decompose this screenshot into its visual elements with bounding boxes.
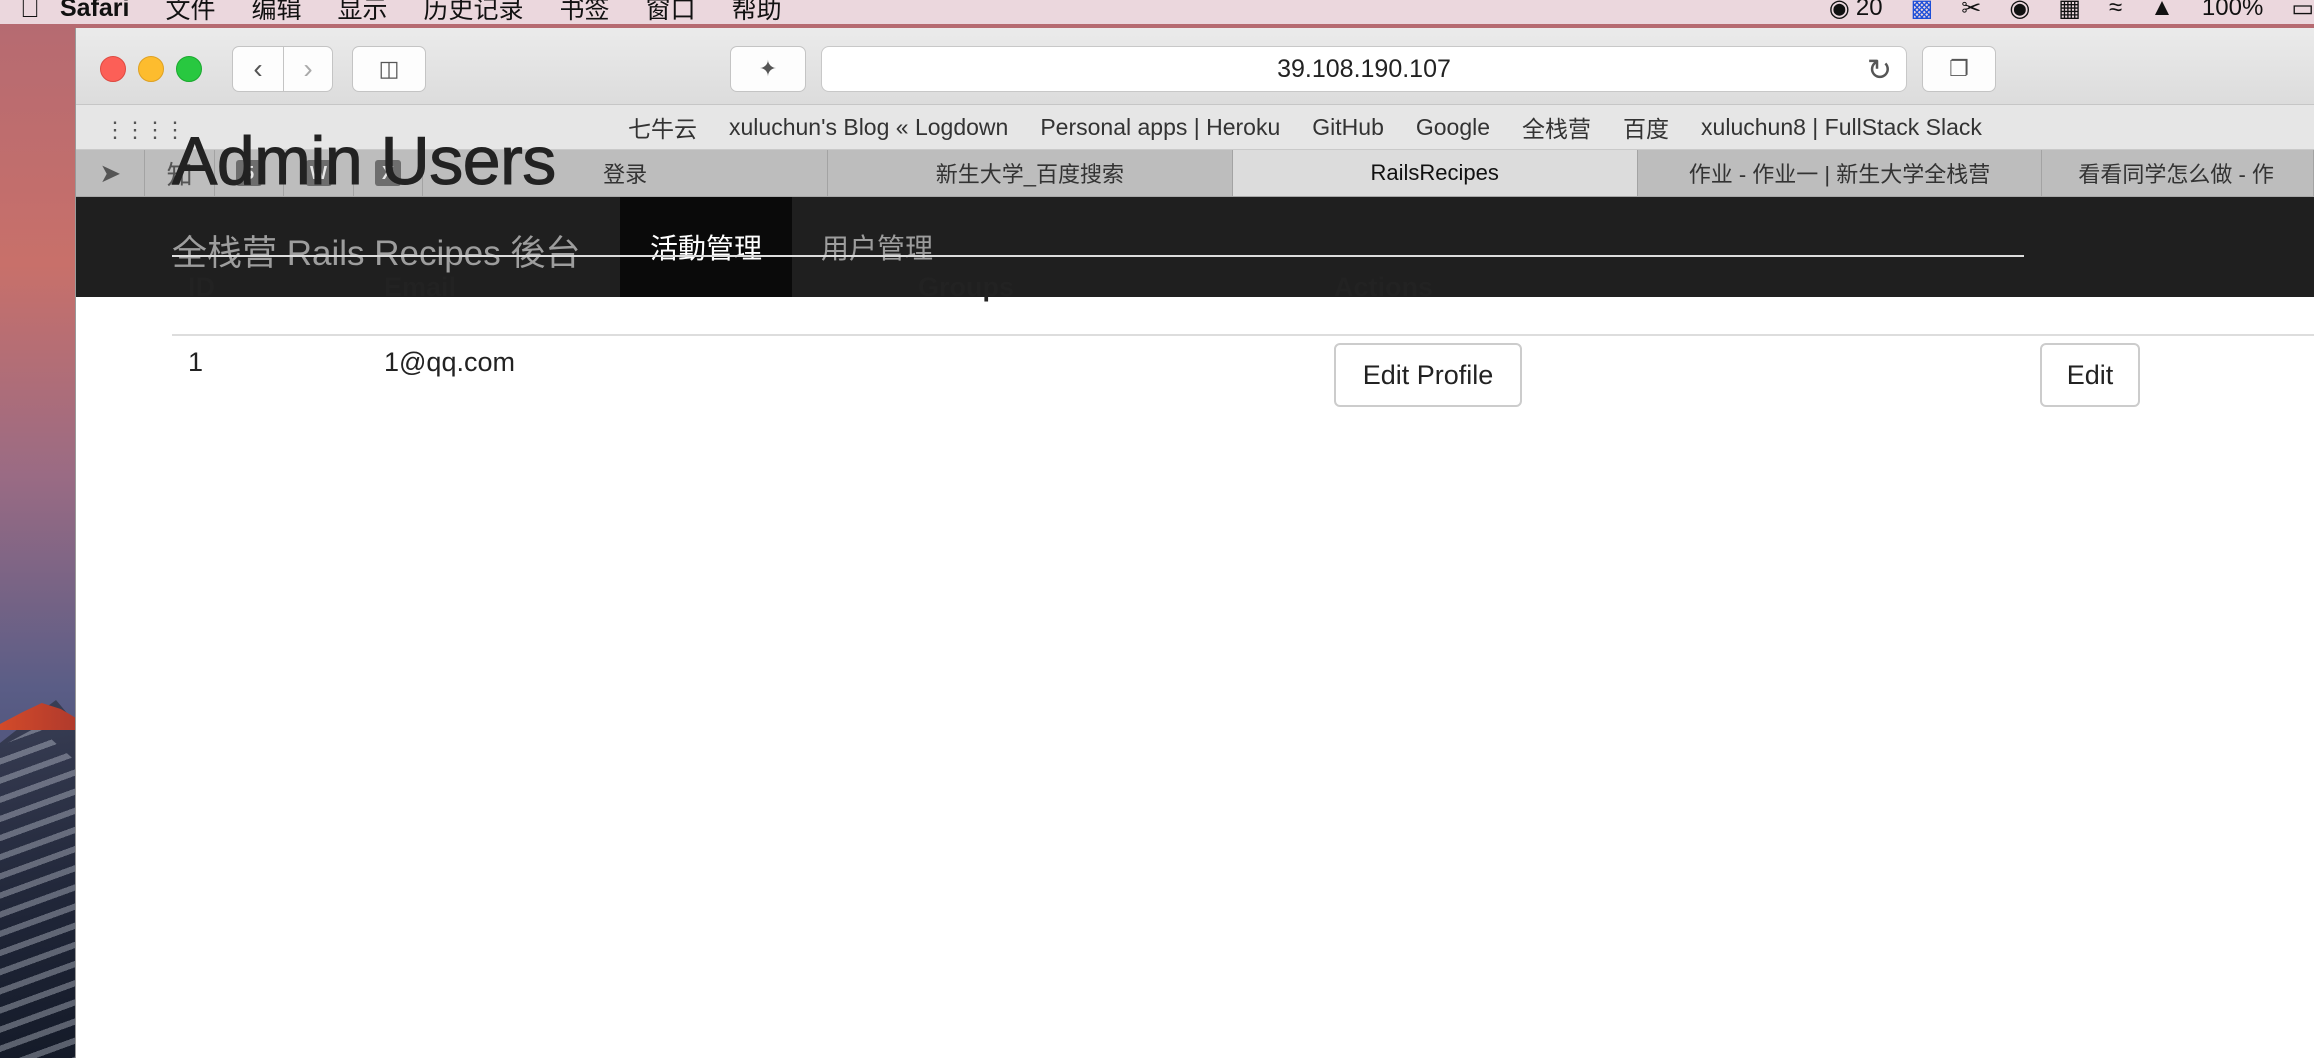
menubar-status-area: ◉ 20 ▩ ✂ ◉ ▦ ≈ ▲ 100% ▭ <box>1801 0 2314 24</box>
safari-toolbar: ‹ › ◫ ✦ 39.108.190.107 ↻ ❐ <box>76 28 2314 105</box>
wallpaper-mountain-snow <box>0 726 75 1058</box>
dolphin-icon: ➤ <box>99 157 122 188</box>
wifi-icon[interactable]: ≈ <box>2109 0 2122 22</box>
table-header-divider <box>172 334 2314 336</box>
tab-classmates[interactable]: 看看同学怎么做 - 作 <box>2042 150 2314 196</box>
minimize-window-button[interactable] <box>138 56 164 82</box>
reload-icon[interactable]: ↻ <box>1867 53 1892 88</box>
edit-button[interactable]: Edit <box>2040 343 2140 407</box>
wechat-icon[interactable]: ◉ <box>1829 0 1850 23</box>
bookmark-item[interactable]: 百度 <box>1623 110 1669 144</box>
edit-profile-button[interactable]: Edit Profile <box>1334 343 1522 407</box>
column-header-id: ID <box>188 272 215 302</box>
menu-window[interactable]: 窗口 <box>646 0 696 24</box>
pinned-tab[interactable]: ➤ <box>76 150 146 196</box>
apple-icon[interactable]:  <box>0 0 60 24</box>
column-header-email: Email <box>384 272 457 302</box>
menu-history[interactable]: 历史记录 <box>424 0 524 24</box>
bookmark-item[interactable]: Google <box>1416 114 1490 141</box>
safari-window: ‹ › ◫ ✦ 39.108.190.107 ↻ ❐ ⋮⋮⋮⋮ 七牛云 xulu… <box>76 28 2314 1058</box>
fullscreen-window-button[interactable] <box>176 56 202 82</box>
menubar-app-name[interactable]: Safari <box>60 0 129 23</box>
bookmark-item[interactable]: GitHub <box>1312 114 1384 141</box>
title-divider <box>172 255 2024 257</box>
tab-railsrecipes[interactable]: RailsRecipes <box>1232 150 1638 196</box>
cell-id: 1 <box>188 347 204 377</box>
bookmark-item[interactable]: 七牛云 <box>628 110 697 144</box>
tabs-icon: ❐ <box>1949 56 1969 81</box>
bookmark-item[interactable]: xuluchun8 | FullStack Slack <box>1701 114 1982 141</box>
bookmark-list: 七牛云 xuluchun's Blog « Logdown Personal a… <box>628 105 2014 149</box>
address-text: 39.108.190.107 <box>1277 54 1451 83</box>
macos-menubar:  Safari 文件 编辑 显示 历史记录 书签 窗口 帮助 ◉ 20 ▩ ✂… <box>0 0 2314 24</box>
tab-baidu-search[interactable]: 新生大学_百度搜索 <box>828 150 1233 196</box>
bookmark-item[interactable]: 全栈营 <box>1522 110 1591 144</box>
page-title: Admin Users <box>172 123 557 200</box>
chevron-left-icon: ‹ <box>253 53 263 84</box>
column-header-actions: Actions <box>1334 272 1434 302</box>
plugin-button[interactable]: ✦ <box>730 46 806 92</box>
bookmark-item[interactable]: xuluchun's Blog « Logdown <box>729 114 1008 141</box>
menu-file[interactable]: 文件 <box>165 0 215 24</box>
evernote-icon[interactable]: ◉ <box>2009 0 2030 23</box>
extension-icon: ✦ <box>758 56 778 81</box>
bookmark-item[interactable]: Personal apps | Heroku <box>1040 114 1280 141</box>
column-header-groups: Groups <box>918 272 1015 302</box>
nav-item-events[interactable]: 活動管理 <box>620 197 792 297</box>
menu-edit[interactable]: 编辑 <box>252 0 302 24</box>
menu-bookmarks[interactable]: 书签 <box>560 0 610 24</box>
chevron-right-icon: › <box>303 53 313 84</box>
sidebar-toggle-button[interactable]: ◫ <box>352 46 426 92</box>
calendar-icon[interactable]: ▦ <box>2058 0 2081 23</box>
menu-view[interactable]: 显示 <box>338 0 388 24</box>
navbar-brand[interactable]: 全栈营 Rails Recipes 後台 <box>172 225 580 276</box>
sidebar-icon: ◫ <box>378 56 400 81</box>
wallpaper-sunset-glow <box>0 703 76 730</box>
tab-homework[interactable]: 作业 - 作业一 | 新生大学全栈营 <box>1638 150 2043 196</box>
back-button[interactable]: ‹ <box>232 46 284 92</box>
teamviewer-icon[interactable]: ▩ <box>1911 0 1934 23</box>
scissors-icon[interactable]: ✂ <box>1961 0 1981 23</box>
battery-percent: 100% <box>2201 0 2264 21</box>
airplay-icon[interactable]: ▲ <box>2150 0 2174 22</box>
battery-icon[interactable]: ▭ <box>2291 0 2314 23</box>
tab-overview-button[interactable]: ❐ <box>1922 46 1996 92</box>
forward-button[interactable]: › <box>283 46 333 92</box>
close-window-button[interactable] <box>100 56 126 82</box>
address-bar[interactable]: 39.108.190.107 ↻ <box>821 46 1907 92</box>
wechat-count: 20 <box>1855 0 1883 21</box>
cell-email: 1@qq.com <box>384 347 515 377</box>
menu-help[interactable]: 帮助 <box>732 0 782 24</box>
